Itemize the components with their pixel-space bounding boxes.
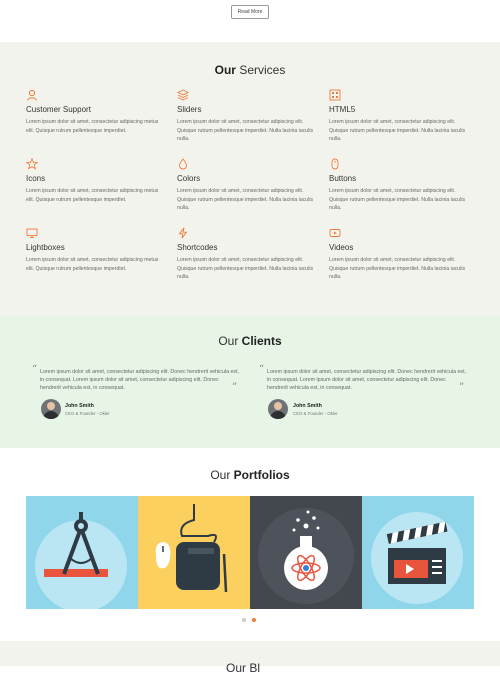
clients-section: Our Clients “ Lorem ipsum dolor sit amet…	[0, 316, 500, 448]
blog-section: Our Bl	[0, 641, 500, 675]
clients-title: Our Clients	[218, 334, 282, 348]
service-buttons: Buttons Lorem ipsum dolor sit amet, cons…	[329, 157, 469, 213]
portfolio-item-tablet[interactable]	[138, 496, 250, 609]
service-icons: Icons Lorem ipsum dolor sit amet, consec…	[25, 157, 166, 204]
client-name: John Smith	[65, 403, 94, 409]
quote-open-icon: “	[32, 364, 38, 375]
mouse-icon	[329, 157, 341, 170]
quote-close-icon: ”	[232, 382, 238, 393]
portfolio-item-compass[interactable]	[26, 496, 138, 609]
service-colors: Colors Lorem ipsum dolor sit amet, conse…	[177, 157, 317, 213]
portfolio-item-clapper[interactable]	[362, 496, 474, 609]
service-html5: HTML5 Lorem ipsum dolor sit amet, consec…	[329, 88, 469, 144]
service-customer-support: Customer Support Lorem ipsum dolor sit a…	[26, 88, 166, 135]
user-icon	[26, 88, 38, 101]
avatar	[41, 399, 61, 419]
service-desc: Lorem ipsum dolor sit amet, consectetur …	[177, 257, 314, 280]
service-shortcodes: Shortcodes Lorem ipsum dolor sit amet, c…	[177, 226, 317, 282]
service-name: Icons	[26, 174, 46, 183]
service-desc: Lorem ipsum dolor sit amet, consectetur …	[329, 119, 466, 142]
carousel-dot-active[interactable]	[252, 618, 256, 622]
portfolio-item-flask[interactable]	[250, 496, 362, 609]
service-desc: Lorem ipsum dolor sit amet, consectetur …	[177, 119, 314, 142]
service-videos: Videos Lorem ipsum dolor sit amet, conse…	[329, 226, 469, 282]
service-name: Customer Support	[26, 105, 91, 114]
service-name: Shortcodes	[177, 243, 218, 252]
monitor-icon	[26, 226, 38, 238]
star-icon	[25, 157, 39, 170]
portfolios-section: Our Portfolios	[0, 448, 500, 641]
clapper-icon	[371, 512, 463, 604]
blog-title: Our Bl	[226, 661, 261, 675]
service-desc: Lorem ipsum dolor sit amet, consectetur …	[177, 188, 314, 211]
client-role: CEO & Founder - Okler	[293, 411, 338, 416]
top-strip: Read More	[0, 0, 500, 42]
service-name: HTML5	[329, 105, 356, 114]
client-role: CEO & Founder - Okler	[65, 411, 110, 416]
testimonial-quote: Lorem ipsum dolor sit amet, consectetur …	[40, 369, 240, 391]
service-name: Colors	[177, 174, 201, 183]
service-name: Sliders	[177, 105, 202, 114]
service-name: Videos	[329, 243, 354, 252]
compass-icon	[35, 512, 127, 609]
play-icon	[329, 226, 341, 238]
service-desc: Lorem ipsum dolor sit amet, consectetur …	[329, 188, 466, 211]
carousel-dot[interactable]	[242, 618, 246, 622]
services-title: Our Services	[214, 63, 286, 77]
portfolios-title: Our Portfolios	[210, 468, 290, 482]
service-name: Lightboxes	[26, 243, 65, 252]
service-sliders: Sliders Lorem ipsum dolor sit amet, cons…	[176, 88, 317, 144]
service-desc: Lorem ipsum dolor sit amet, consectetur …	[26, 119, 159, 134]
read-more-button[interactable]: Read More	[231, 5, 269, 19]
tablet-icon	[155, 504, 228, 593]
flask-icon	[258, 508, 354, 604]
quote-open-icon: “	[259, 364, 265, 375]
service-desc: Lorem ipsum dolor sit amet, consectetur …	[329, 257, 466, 280]
drop-icon	[177, 157, 189, 170]
client-name: John Smith	[293, 403, 322, 409]
avatar	[268, 399, 288, 419]
grid-icon	[329, 88, 341, 101]
layers-icon	[176, 88, 190, 101]
service-lightboxes: Lightboxes Lorem ipsum dolor sit amet, c…	[26, 226, 166, 273]
services-section: Our Services Customer Support Lorem ipsu…	[0, 42, 500, 316]
service-desc: Lorem ipsum dolor sit amet, consectetur …	[26, 257, 159, 272]
service-desc: Lorem ipsum dolor sit amet, consectetur …	[26, 188, 159, 203]
bolt-icon	[177, 226, 189, 239]
quote-close-icon: ”	[459, 382, 465, 393]
service-name: Buttons	[329, 174, 357, 183]
testimonial-quote: Lorem ipsum dolor sit amet, consectetur …	[267, 369, 467, 391]
